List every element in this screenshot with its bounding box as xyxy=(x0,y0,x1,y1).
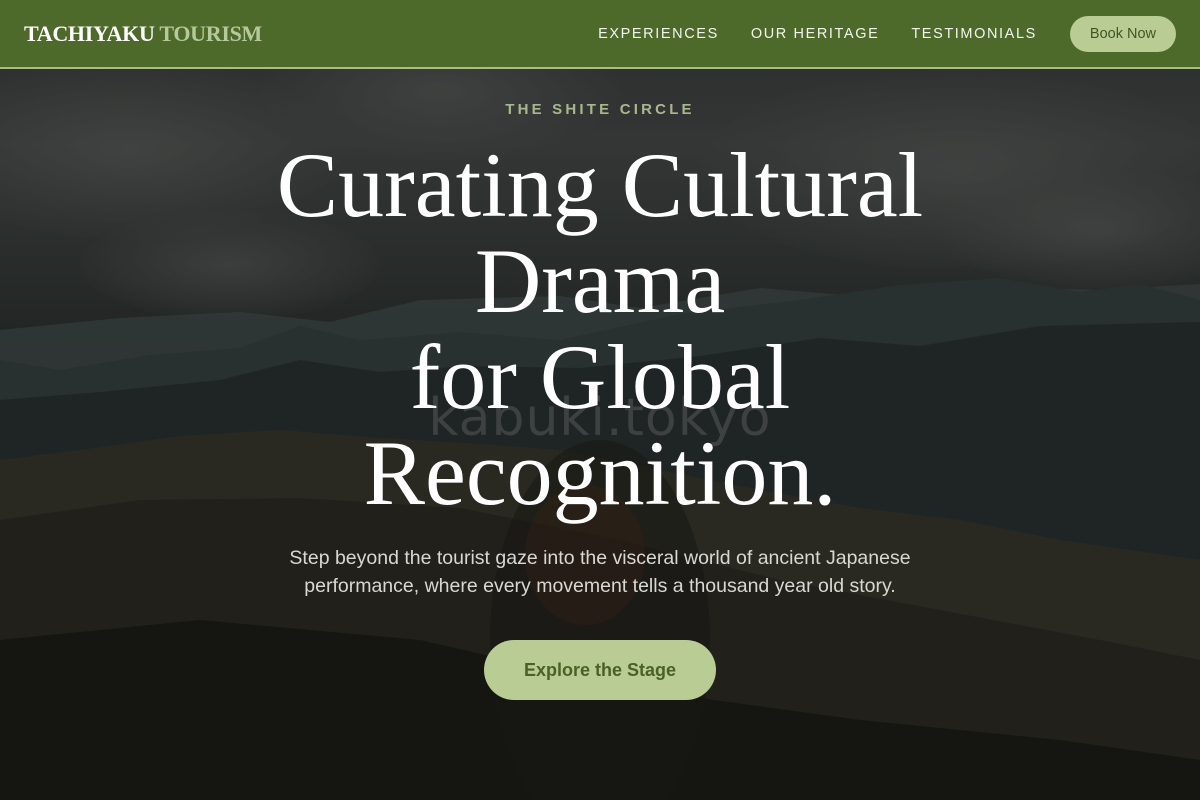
hero-subtext: Step beyond the tourist gaze into the vi… xyxy=(250,544,950,600)
headline-line-4: Recognition. xyxy=(363,422,837,524)
headline-line-1: Curating Cultural xyxy=(276,134,924,236)
nav-links: EXPERIENCES OUR HERITAGE TESTIMONIALS Bo… xyxy=(598,15,1176,52)
top-navbar: TACHIYAKU TOURISM EXPERIENCES OUR HERITA… xyxy=(0,0,1200,69)
nav-link-experiences[interactable]: EXPERIENCES xyxy=(598,26,719,42)
subtext-line-1: Step beyond the tourist gaze into the vi… xyxy=(289,547,911,569)
brand-secondary: TOURISM xyxy=(159,20,262,46)
nav-link-testimonials[interactable]: TESTIMONIALS xyxy=(911,26,1037,42)
explore-the-stage-button[interactable]: Explore the Stage xyxy=(484,640,716,700)
hero-eyebrow: THE SHITE CIRCLE xyxy=(505,101,695,118)
brand-logo[interactable]: TACHIYAKU TOURISM xyxy=(24,21,262,47)
brand-primary: TACHIYAKU xyxy=(24,20,155,46)
headline-line-3: for Global xyxy=(409,326,791,428)
hero-headline: Curating Cultural Drama for Global Recog… xyxy=(0,137,1200,521)
nav-link-our-heritage[interactable]: OUR HERITAGE xyxy=(751,26,880,42)
subtext-line-2: performance, where every movement tells … xyxy=(304,575,896,597)
headline-line-2: Drama xyxy=(474,230,726,332)
book-now-button[interactable]: Book Now xyxy=(1069,15,1176,52)
